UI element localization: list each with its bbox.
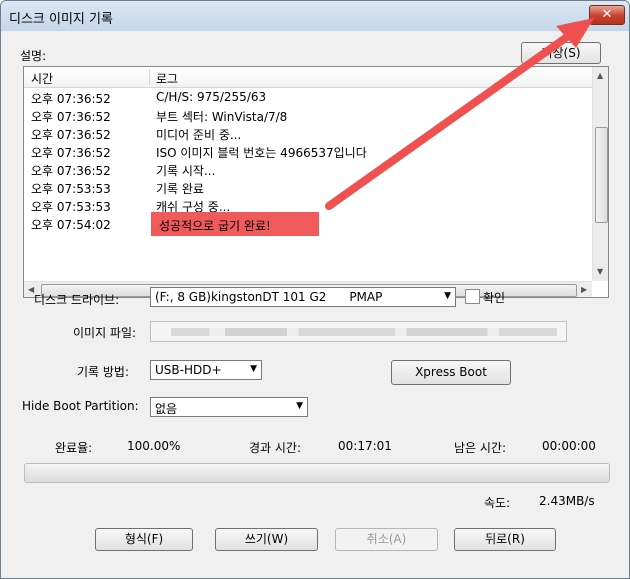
- completion-label: 완료율:: [55, 441, 93, 455]
- log-time: 오후 07:36:52: [31, 128, 111, 142]
- log-row[interactable]: 오후 07:53:53 기록 완료: [24, 179, 592, 197]
- log-row-success[interactable]: 오후 07:54:02 성공적으로 굽기 완료!: [24, 212, 592, 236]
- speed-value: 2.43MB/s: [539, 494, 595, 508]
- log-message: 미디어 준비 중...: [156, 128, 242, 142]
- verify-checkbox[interactable]: [465, 289, 480, 304]
- image-file-label: 이미지 파일:: [73, 326, 137, 340]
- log-list[interactable]: 시간 로그 오후 07:36:52 C/H/S: 975/255/63 오후 0…: [23, 66, 609, 298]
- log-row[interactable]: 오후 07:36:52 미디어 준비 중...: [24, 125, 592, 143]
- log-message: 부트 섹터: WinVista/7/8: [156, 110, 288, 124]
- back-button[interactable]: 뒤로(R): [454, 528, 556, 551]
- log-time: 오후 07:36:52: [31, 164, 111, 178]
- title-bar: 디스크 이미지 기록 ✕: [1, 1, 629, 31]
- scroll-up-icon[interactable]: ▲: [597, 71, 603, 80]
- column-time[interactable]: 시간: [31, 70, 53, 87]
- save-button[interactable]: 저장(S): [521, 42, 601, 64]
- log-row[interactable]: 오후 07:36:52 C/H/S: 975/255/63: [24, 89, 592, 107]
- log-header: 시간 로그: [24, 67, 592, 88]
- hide-boot-partition-value: 없음: [155, 402, 178, 416]
- log-time: 오후 07:36:52: [31, 110, 111, 124]
- disk-drive-value: (F:, 8 GB)kingstonDT 101 G2 PMAP: [155, 290, 383, 304]
- log-time: 오후 07:53:53: [31, 182, 111, 196]
- elapsed-time-label: 경과 시간:: [249, 441, 302, 455]
- write-method-value: USB-HDD+: [155, 363, 222, 377]
- disk-drive-label: 디스크 드라이브:: [34, 293, 120, 307]
- window-title: 디스크 이미지 기록: [9, 12, 113, 27]
- write-method-select[interactable]: USB-HDD+ ▼: [150, 360, 262, 380]
- close-icon: ✕: [601, 7, 613, 22]
- log-row[interactable]: 오후 07:36:52 부트 섹터: WinVista/7/8: [24, 107, 592, 125]
- speed-label: 속도:: [484, 496, 511, 510]
- cancel-button[interactable]: 취소(A): [335, 528, 438, 551]
- close-button[interactable]: ✕: [589, 5, 625, 25]
- chevron-down-icon: ▼: [296, 401, 303, 411]
- column-log[interactable]: 로그: [156, 70, 178, 87]
- image-file-field[interactable]: [150, 321, 567, 342]
- chevron-down-icon: ▼: [444, 291, 451, 301]
- disk-image-write-window: 디스크 이미지 기록 ✕ 설명: 저장(S) 시간 로그 오후 07:36:52…: [0, 0, 630, 579]
- scroll-down-icon[interactable]: ▼: [597, 267, 603, 276]
- vertical-scrollbar[interactable]: ▲ ▼: [592, 67, 608, 281]
- log-message: 기록 시작...: [156, 164, 216, 178]
- elapsed-time-value: 00:17:01: [338, 439, 392, 453]
- chevron-down-icon: ▼: [250, 364, 257, 374]
- log-row[interactable]: 오후 07:36:52 ISO 이미지 블럭 번호는 4966537입니다: [24, 143, 592, 161]
- description-label: 설명:: [20, 49, 47, 63]
- hide-boot-partition-label: Hide Boot Partition:: [22, 399, 139, 413]
- column-divider: [149, 69, 150, 85]
- completion-value: 100.00%: [127, 439, 181, 453]
- write-button[interactable]: 쓰기(W): [215, 528, 318, 551]
- xpress-boot-button[interactable]: Xpress Boot: [391, 360, 511, 385]
- dialog-body: 설명: 저장(S) 시간 로그 오후 07:36:52 C/H/S: 975/2…: [8, 31, 622, 571]
- log-row[interactable]: 오후 07:36:52 기록 시작...: [24, 161, 592, 179]
- scroll-thumb[interactable]: [595, 127, 608, 223]
- verify-label: 확인: [483, 291, 506, 305]
- log-message: 기록 완료: [156, 182, 204, 196]
- disk-drive-select[interactable]: (F:, 8 GB)kingstonDT 101 G2 PMAP ▼: [150, 287, 456, 307]
- log-time: 오후 07:36:52: [31, 146, 111, 160]
- write-method-label: 기록 방법:: [77, 365, 130, 379]
- log-message: 성공적으로 굽기 완료!: [159, 219, 271, 233]
- log-time: 오후 07:36:52: [31, 92, 111, 106]
- remaining-time-label: 남은 시간:: [454, 441, 507, 455]
- log-message: ISO 이미지 블럭 번호는 4966537입니다: [156, 146, 367, 160]
- remaining-time-value: 00:00:00: [542, 439, 596, 453]
- format-button[interactable]: 형식(F): [95, 528, 193, 551]
- hide-boot-partition-select[interactable]: 없음 ▼: [150, 397, 308, 417]
- image-path-blurred: [171, 328, 557, 336]
- log-time: 오후 07:53:53: [31, 200, 111, 214]
- scroll-right-icon[interactable]: ▶: [581, 285, 587, 294]
- log-message: C/H/S: 975/255/63: [156, 90, 267, 104]
- progress-bar: [24, 463, 610, 483]
- log-time: 오후 07:54:02: [31, 218, 111, 232]
